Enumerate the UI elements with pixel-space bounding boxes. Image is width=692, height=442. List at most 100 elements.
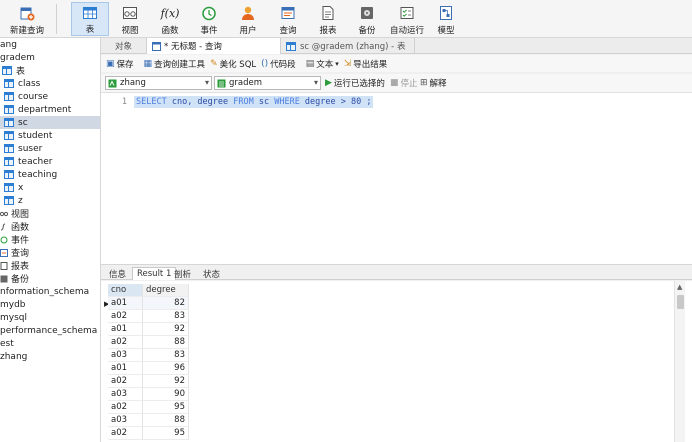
- sql-keyword: FROM: [233, 97, 254, 107]
- tree-item-table[interactable]: course: [0, 90, 100, 103]
- new-query-button[interactable]: 新建查询: [10, 2, 44, 36]
- view-icon: [0, 211, 8, 216]
- tree-folder-reports[interactable]: 报表: [0, 259, 100, 272]
- object-tree: ang gradem 表 class course department sc …: [0, 38, 101, 442]
- table-cell-cno[interactable]: a02: [108, 336, 143, 349]
- table-cell-cno[interactable]: a02: [108, 401, 143, 414]
- scroll-up-icon[interactable]: ▲: [677, 283, 682, 291]
- tree-item-database[interactable]: performance_schema: [0, 324, 100, 337]
- table-cell-cno[interactable]: a01: [108, 323, 143, 336]
- column-header-degree[interactable]: degree: [143, 284, 189, 297]
- tree-item-table-selected[interactable]: sc: [0, 116, 100, 129]
- table-cell-cno[interactable]: a01: [108, 297, 143, 310]
- tree-item-database[interactable]: mysql: [0, 311, 100, 324]
- tree-folder-queries[interactable]: 查询: [0, 246, 100, 259]
- backup-button[interactable]: 备份: [352, 2, 382, 36]
- automation-icon: [398, 4, 416, 22]
- tree-folder-functions[interactable]: 函数: [0, 220, 100, 233]
- table-cell-cno[interactable]: a03: [108, 349, 143, 362]
- tree-item-label: mydb: [0, 299, 26, 310]
- automation-button[interactable]: 自动运行: [388, 2, 426, 36]
- function-icon: [0, 223, 6, 230]
- tab-untitled-query[interactable]: * 无标题 - 查询: [147, 38, 281, 54]
- table-button[interactable]: 表: [71, 2, 109, 36]
- table-cell-degree[interactable]: 96: [143, 362, 189, 375]
- export-result-button[interactable]: ⇲ 导出结果: [344, 58, 388, 70]
- tree-item-table[interactable]: z: [0, 194, 100, 207]
- connection-select[interactable]: zhang ▾: [105, 76, 212, 90]
- tab-sc-table[interactable]: sc @gradem (zhang) - 表: [281, 38, 415, 54]
- tree-item-label: student: [18, 130, 53, 141]
- table-cell-degree[interactable]: 83: [143, 349, 189, 362]
- table-cell-degree[interactable]: 83: [143, 310, 189, 323]
- table-icon: [4, 157, 14, 166]
- tree-item-database[interactable]: nformation_schema: [0, 285, 100, 298]
- table-cell-degree[interactable]: 82: [143, 297, 189, 310]
- tree-folder-views[interactable]: 视图: [0, 207, 100, 220]
- table-cell-degree[interactable]: 90: [143, 388, 189, 401]
- tree-folder-tables[interactable]: 表: [0, 64, 100, 77]
- tree-folder-events[interactable]: 事件: [0, 233, 100, 246]
- query-button[interactable]: 查询: [273, 2, 303, 36]
- sql-code[interactable]: SELECT cno, degree FROM sc WHERE degree …: [134, 96, 374, 108]
- sql-editor[interactable]: 1 SELECT cno, degree FROM sc WHERE degre…: [101, 92, 692, 264]
- beautify-sql-button[interactable]: ✎ 美化 SQL: [210, 58, 256, 70]
- tree-item-label: mysql: [0, 312, 27, 323]
- tree-item-connection[interactable]: ang: [0, 38, 100, 51]
- query-builder-icon: ▦: [143, 58, 153, 69]
- tree-item-table[interactable]: suser: [0, 142, 100, 155]
- save-button[interactable]: ▣ 保存: [106, 58, 134, 70]
- report-button[interactable]: 报表: [313, 2, 343, 36]
- table-cell-degree[interactable]: 88: [143, 414, 189, 427]
- tree-item-database[interactable]: gradem: [0, 51, 100, 64]
- tree-item-label: zhang: [0, 351, 28, 362]
- new-query-icon: [18, 4, 36, 22]
- tab-status[interactable]: 状态: [199, 267, 224, 280]
- tree-item-table[interactable]: department: [0, 103, 100, 116]
- stop-button[interactable]: ■ 停止: [390, 77, 418, 89]
- model-button[interactable]: 模型: [431, 2, 461, 36]
- table-icon: [4, 131, 14, 140]
- view-button[interactable]: 视图: [115, 2, 145, 36]
- table-cell-cno[interactable]: a02: [108, 427, 143, 440]
- table-cell-degree[interactable]: 92: [143, 323, 189, 336]
- function-button[interactable]: f(x) 函数: [155, 2, 185, 37]
- tree-item-label: nformation_schema: [0, 286, 90, 297]
- tree-item-table[interactable]: class: [0, 77, 100, 90]
- table-cell-degree[interactable]: 92: [143, 375, 189, 388]
- tab-objects[interactable]: 对象: [101, 38, 147, 54]
- column-header-cno[interactable]: cno: [108, 284, 143, 297]
- tree-item-database[interactable]: zhang: [0, 350, 100, 363]
- scrollbar-thumb[interactable]: [677, 295, 684, 309]
- user-button[interactable]: 用户: [233, 2, 263, 36]
- report-icon: [319, 4, 337, 22]
- tree-folder-backups[interactable]: 备份: [0, 272, 100, 285]
- code-snippet-button[interactable]: () 代码段: [261, 58, 296, 70]
- chevron-down-icon: ▾: [204, 78, 209, 87]
- table-cell-degree[interactable]: 95: [143, 401, 189, 414]
- tree-item-table[interactable]: student: [0, 129, 100, 142]
- tab-info[interactable]: 信息: [105, 267, 130, 280]
- event-button[interactable]: 事件: [194, 2, 224, 36]
- tree-item-table[interactable]: teacher: [0, 155, 100, 168]
- explain-button[interactable]: ⊞ 解释: [420, 77, 447, 89]
- table-cell-cno[interactable]: a01: [108, 362, 143, 375]
- table-cell-cno[interactable]: a02: [108, 310, 143, 323]
- table-cell-cno[interactable]: a03: [108, 414, 143, 427]
- table-cell-cno[interactable]: a03: [108, 388, 143, 401]
- tree-item-table[interactable]: x: [0, 181, 100, 194]
- result-scrollbar[interactable]: ▲: [674, 281, 685, 442]
- table-cell-degree[interactable]: 95: [143, 427, 189, 440]
- text-button[interactable]: ▤ 文本 ▾: [306, 58, 339, 70]
- query-builder-button[interactable]: ▦ 查询创建工具: [144, 58, 206, 70]
- run-selected-button[interactable]: ▶ 运行已选择的: [325, 77, 385, 89]
- table-cell-cno[interactable]: a02: [108, 375, 143, 388]
- tree-item-table[interactable]: teaching: [0, 168, 100, 181]
- tree-item-database[interactable]: mydb: [0, 298, 100, 311]
- tree-item-database[interactable]: est: [0, 337, 100, 350]
- tab-profile[interactable]: 剖析: [170, 267, 195, 280]
- backup-icon: [0, 275, 8, 282]
- database-select[interactable]: gradem ▾: [214, 76, 321, 90]
- table-cell-degree[interactable]: 88: [143, 336, 189, 349]
- tree-item-label: performance_schema: [0, 325, 98, 336]
